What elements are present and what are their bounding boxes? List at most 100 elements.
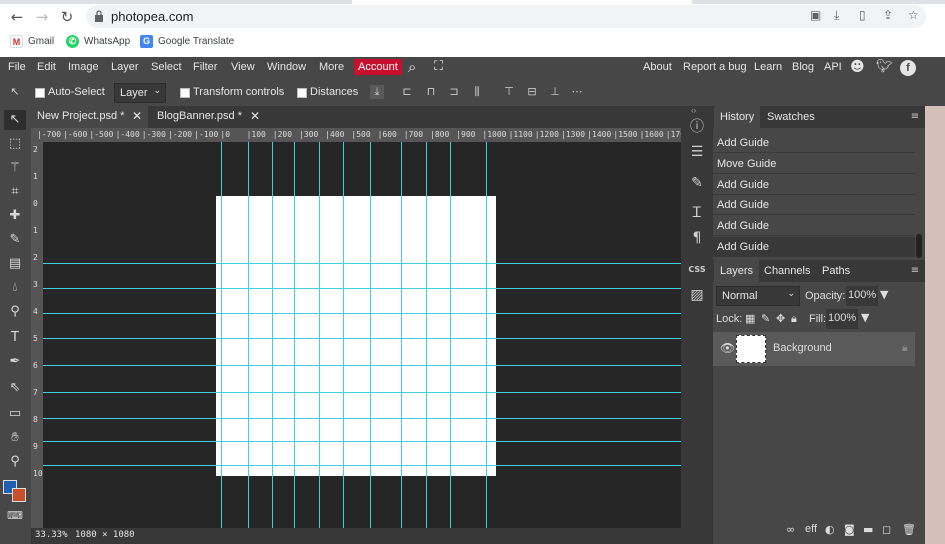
doc-tab-blogbanner[interactable]: BlogBanner.psd * ✕ xyxy=(151,106,266,128)
align-center-h-icon[interactable]: ⊓ xyxy=(424,85,438,99)
align-right-icon[interactable]: ⊐ xyxy=(447,85,461,99)
distribute-v-icon[interactable]: ⋯ xyxy=(570,85,584,99)
zoom-level[interactable]: 33.33% xyxy=(35,530,68,540)
layer-effects-icon[interactable]: eff xyxy=(805,523,817,535)
menu-api[interactable]: API xyxy=(824,61,842,73)
horizontal-guide[interactable] xyxy=(43,465,681,466)
menu-blog[interactable]: Blog xyxy=(792,61,814,73)
menu-view[interactable]: View xyxy=(231,61,255,73)
crop-tool-icon[interactable]: ⌗ xyxy=(4,182,26,202)
history-scrollbar[interactable] xyxy=(916,234,922,258)
align-left-icon[interactable]: ⊏ xyxy=(400,85,414,99)
blend-mode-dropdown[interactable]: Normal ⌄ xyxy=(716,286,800,306)
horizontal-guide[interactable] xyxy=(43,288,681,289)
history-item[interactable]: Add Guide xyxy=(713,195,915,215)
vertical-guide[interactable] xyxy=(486,142,487,528)
tab-history[interactable]: History xyxy=(714,106,761,128)
doc-tab-new-project[interactable]: New Project.psd * ✕ xyxy=(31,106,148,128)
path-select-tool-icon[interactable]: ⇖ xyxy=(4,378,26,398)
auto-select-checkbox[interactable] xyxy=(35,88,45,98)
fill-input[interactable]: 100% xyxy=(826,309,858,329)
pen-tool-icon[interactable]: ✒ xyxy=(4,352,26,372)
screenshot-icon[interactable]: ▣ xyxy=(810,8,821,22)
canvas-area[interactable] xyxy=(43,142,681,528)
vertical-guide[interactable] xyxy=(450,142,451,528)
document-canvas[interactable] xyxy=(216,196,496,476)
link-layers-icon[interactable]: ∞ xyxy=(786,523,795,536)
menu-edit[interactable]: Edit xyxy=(37,61,56,73)
menu-learn[interactable]: Learn xyxy=(754,61,782,73)
image-icon[interactable]: ▨ xyxy=(686,284,708,306)
css-icon[interactable]: CSS xyxy=(686,259,708,281)
distances-checkbox[interactable] xyxy=(297,88,307,98)
magic-wand-tool-icon[interactable]: ⚚ xyxy=(4,158,26,178)
forward-icon[interactable]: → xyxy=(33,8,51,26)
horizontal-guide[interactable] xyxy=(43,441,681,442)
menu-report-bug[interactable]: Report a bug xyxy=(683,61,747,73)
history-item-selected[interactable]: Add Guide xyxy=(713,237,915,257)
twitter-icon[interactable]: 🐦︎ xyxy=(876,59,893,74)
download-align-icon[interactable]: ⤓ xyxy=(370,85,384,99)
layer-select-dropdown[interactable]: Layer ⌄ xyxy=(114,83,166,103)
menu-filter[interactable]: Filter xyxy=(193,61,217,73)
history-item[interactable]: Move Guide xyxy=(713,154,915,174)
search-icon[interactable]: ⌕ xyxy=(408,58,416,76)
reload-icon[interactable]: ↻ xyxy=(58,8,76,26)
layer-row-background[interactable]: 👁︎ Background 🔒︎ xyxy=(713,332,915,366)
vertical-guide[interactable] xyxy=(319,142,320,528)
type-tool-icon[interactable]: T xyxy=(4,328,26,348)
opacity-caret-icon[interactable]: ▼ xyxy=(880,288,888,301)
history-item[interactable]: Add Guide xyxy=(713,216,915,236)
horizontal-guide[interactable] xyxy=(43,338,681,339)
close-icon[interactable]: ✕ xyxy=(250,109,260,123)
menu-file[interactable]: File xyxy=(8,61,26,73)
vertical-guide[interactable] xyxy=(272,142,273,528)
back-icon[interactable]: ← xyxy=(8,8,26,26)
paragraph-icon[interactable]: ¶ xyxy=(686,227,708,249)
share-icon[interactable]: ⇪ xyxy=(883,8,893,22)
align-bottom-icon[interactable]: ⊥ xyxy=(548,85,562,99)
move-tool-icon[interactable]: ↖ xyxy=(4,110,26,130)
gradient-tool-icon[interactable]: ▤ xyxy=(4,254,26,274)
adjustments-icon[interactable]: ☰ xyxy=(686,141,708,163)
menu-more[interactable]: More xyxy=(319,61,344,73)
lock-pixels-icon[interactable]: ✎ xyxy=(761,312,770,325)
trash-icon[interactable]: 🗑︎ xyxy=(902,523,916,536)
facebook-icon[interactable]: f xyxy=(900,60,916,76)
tab-channels[interactable]: Channels xyxy=(758,260,816,282)
history-menu-icon[interactable]: ≡ xyxy=(907,109,923,125)
menu-select[interactable]: Select xyxy=(151,61,182,73)
vertical-guide[interactable] xyxy=(370,142,371,528)
character-icon[interactable]: Ꮖ xyxy=(686,202,708,224)
menu-image[interactable]: Image xyxy=(68,61,99,73)
visibility-eye-icon[interactable]: 👁︎ xyxy=(720,341,735,355)
menu-window[interactable]: Window xyxy=(267,61,306,73)
brush-tool-icon[interactable]: ✎ xyxy=(4,230,26,250)
vertical-guide[interactable] xyxy=(294,142,295,528)
new-layer-icon[interactable]: ◻ xyxy=(882,523,891,536)
fill-caret-icon[interactable]: ▼ xyxy=(861,311,869,324)
horizontal-guide[interactable] xyxy=(43,365,681,366)
bookmark-whatsapp[interactable]: ✆ WhatsApp xyxy=(66,35,130,48)
opacity-input[interactable]: 100% xyxy=(846,286,878,306)
vertical-guide[interactable] xyxy=(248,142,249,528)
vertical-guide[interactable] xyxy=(426,142,427,528)
info-icon[interactable]: ⓘ xyxy=(686,116,708,138)
shape-tool-icon[interactable]: ▭ xyxy=(4,404,26,424)
fullscreen-icon[interactable]: ⛶ xyxy=(434,59,443,74)
account-button[interactable]: Account xyxy=(354,59,402,75)
transform-controls-checkbox[interactable] xyxy=(180,88,190,98)
address-bar[interactable]: photopea.com ▣ ⤓ ▯ ⇪ ☆ xyxy=(86,5,926,28)
distribute-h-icon[interactable]: ⫼ xyxy=(470,85,484,99)
align-middle-icon[interactable]: ⊟ xyxy=(525,85,539,99)
download-icon[interactable]: ⤓ xyxy=(834,8,839,23)
keyboard-icon[interactable]: ⌨ xyxy=(4,506,26,526)
horizontal-guide[interactable] xyxy=(43,392,681,393)
active-tab[interactable] xyxy=(352,0,692,4)
collapse-arrows-icon[interactable]: ‹› xyxy=(691,106,696,115)
healing-tool-icon[interactable]: ✚ xyxy=(4,206,26,226)
folder-icon[interactable]: ▬ xyxy=(863,523,873,536)
blur-tool-icon[interactable]: 💧︎ xyxy=(4,278,26,298)
marquee-tool-icon[interactable]: ⬚ xyxy=(4,134,26,154)
page-icon[interactable]: ▯ xyxy=(859,8,866,22)
